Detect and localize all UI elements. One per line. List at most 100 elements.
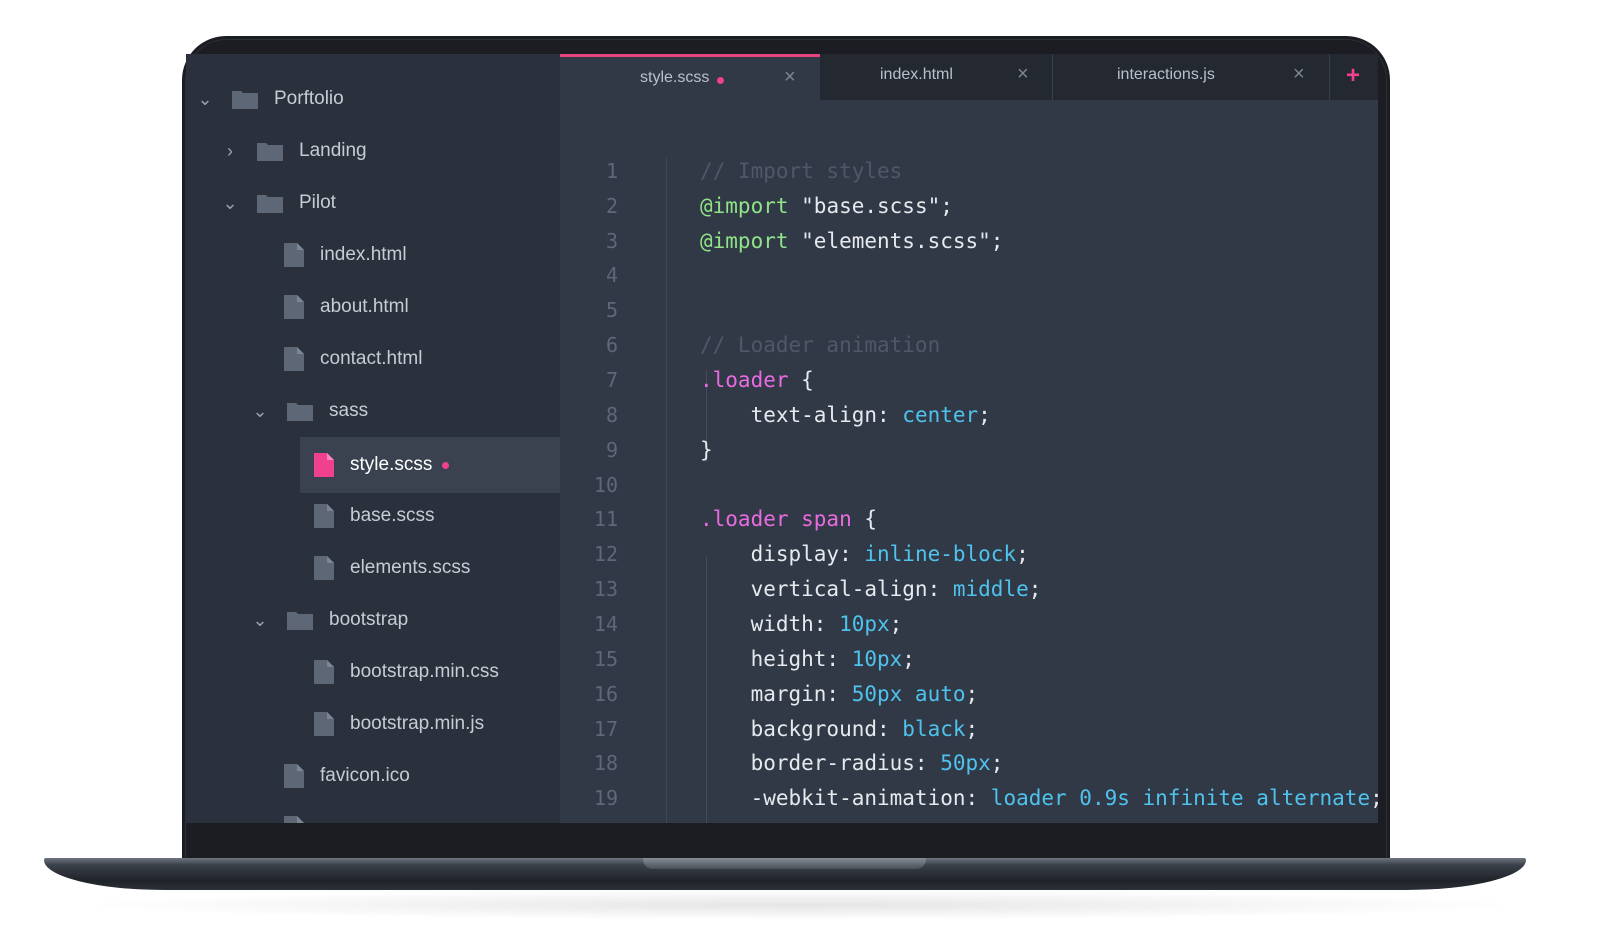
file-icon	[284, 347, 304, 371]
tree-file-bootstrap-min-js[interactable]: bootstrap.min.js	[186, 698, 560, 750]
code-punct: {	[788, 368, 814, 392]
close-icon[interactable]: ×	[784, 66, 796, 89]
tab-label: style.scss	[640, 69, 710, 86]
css-value: black	[902, 717, 966, 741]
tree-file-contact-html[interactable]: contact.html	[186, 333, 560, 385]
tree-file-about-html[interactable]: about.html	[186, 281, 560, 333]
file-icon	[314, 504, 334, 528]
close-icon[interactable]: ×	[1293, 63, 1305, 86]
tree-folder-landing[interactable]: › Landing	[186, 125, 560, 177]
code-punct: ;	[965, 682, 979, 706]
line-number: 8	[605, 403, 618, 427]
line-number: 4	[605, 263, 618, 287]
chevron-down-icon[interactable]: ⌄	[197, 89, 212, 109]
line-number: 5	[605, 298, 618, 322]
line-number: 16	[593, 682, 618, 706]
css-value: inline-block	[864, 542, 1017, 566]
line-number: 6	[605, 333, 618, 357]
laptop-base-notch	[643, 858, 926, 869]
line-number: 19	[593, 786, 618, 810]
css-value: 50px	[940, 751, 991, 775]
tab-divider	[1329, 54, 1330, 100]
line-number: 18	[593, 751, 618, 775]
line-number: 15	[593, 647, 618, 671]
close-icon[interactable]: ×	[1017, 63, 1029, 86]
tree-item-label: Landing	[299, 140, 367, 161]
code-punct: ;	[889, 612, 903, 636]
css-value: center	[902, 403, 979, 427]
chevron-down-icon[interactable]: ⌄	[252, 401, 267, 421]
css-selector: .loader span	[700, 507, 852, 531]
modified-indicator-icon	[717, 77, 724, 84]
line-number: 2	[605, 194, 618, 218]
css-property: width:	[700, 612, 840, 636]
file-icon	[284, 295, 304, 319]
tab-interactions-js[interactable]: interactions.js ×	[1053, 54, 1329, 100]
tree-file-index-html[interactable]: index.html	[186, 229, 560, 281]
css-property: margin:	[700, 682, 852, 706]
file-icon	[314, 660, 334, 684]
laptop-shadow	[70, 890, 1530, 920]
tree-file-elements-scss[interactable]: elements.scss	[186, 542, 560, 594]
css-property: -webkit-animation:	[700, 786, 991, 810]
add-tab-icon[interactable]: +	[1346, 62, 1360, 90]
tree-folder-porftolio[interactable]: ⌄ Porftolio	[186, 73, 560, 125]
code-punct: ;	[990, 751, 1004, 775]
tree-item-label: Pilot	[299, 192, 336, 213]
chevron-down-icon[interactable]: ⌄	[222, 193, 237, 213]
tree-file-partial[interactable]	[186, 802, 560, 823]
css-value: 10px	[839, 612, 890, 636]
code-punct: {	[851, 507, 878, 531]
tab-label: index.html	[880, 66, 953, 83]
tree-item-label: favicon.ico	[320, 765, 410, 786]
file-icon	[284, 816, 304, 823]
code-string: "elements.scss";	[788, 229, 1004, 253]
tree-item-label: index.html	[320, 244, 407, 265]
file-icon	[284, 243, 304, 267]
code-punct: }	[700, 438, 713, 462]
tree-item-label: Porftolio	[274, 88, 344, 109]
css-property: vertical-align:	[700, 577, 953, 601]
line-number: 14	[593, 612, 618, 636]
file-tree-sidebar: ⌄ Porftolio › Landing ⌄ Pilot index.html…	[186, 54, 560, 823]
tree-item-label: about.html	[320, 296, 409, 317]
chevron-right-icon[interactable]: ›	[223, 141, 237, 161]
css-value: middle	[952, 577, 1029, 601]
code-punct: ;	[978, 403, 991, 427]
line-number: 11	[593, 507, 618, 531]
tree-folder-pilot[interactable]: ⌄ Pilot	[186, 177, 560, 229]
tree-item-label: sass	[329, 400, 369, 421]
tree-item-label: style.scss	[350, 454, 433, 475]
gutter-divider	[666, 158, 667, 823]
tree-folder-bootstrap[interactable]: ⌄ bootstrap	[186, 594, 560, 646]
tree-file-style-scss[interactable]: style.scss	[300, 437, 560, 493]
code-punct: ;	[1028, 577, 1042, 601]
tree-file-bootstrap-min-css[interactable]: bootstrap.min.css	[186, 646, 560, 698]
tree-file-base-scss[interactable]: base.scss	[186, 490, 560, 542]
line-number: 13	[593, 577, 618, 601]
file-icon	[314, 453, 334, 477]
code-comment: // Loader animation	[700, 333, 941, 357]
css-value: 10px	[851, 647, 903, 671]
at-rule: @import	[700, 194, 789, 218]
css-property: height:	[700, 647, 852, 671]
code-punct: ;	[902, 647, 915, 671]
tree-folder-sass[interactable]: ⌄ sass	[186, 385, 560, 437]
line-number: 1	[605, 159, 618, 183]
css-property: display:	[700, 542, 865, 566]
folder-icon	[287, 610, 313, 630]
tree-item-label: bootstrap	[329, 609, 409, 630]
file-icon	[314, 556, 334, 580]
tree-file-favicon-ico[interactable]: favicon.ico	[186, 750, 560, 802]
tab-style-scss[interactable]: style.scss ×	[560, 54, 820, 100]
tab-index-html[interactable]: index.html ×	[820, 54, 1052, 100]
chevron-down-icon[interactable]: ⌄	[252, 610, 267, 630]
screen: ⌄ Porftolio › Landing ⌄ Pilot index.html…	[186, 54, 1378, 823]
tree-item-label: bootstrap.min.js	[350, 713, 485, 734]
css-property: border-radius:	[700, 751, 941, 775]
tree-item-label: base.scss	[350, 505, 435, 526]
line-number: 9	[605, 438, 618, 462]
code-editor[interactable]: 1// Import styles 2 @import "base.scss"; …	[560, 100, 1378, 823]
tree-item-label: elements.scss	[350, 557, 471, 578]
modified-indicator-icon	[442, 461, 450, 469]
